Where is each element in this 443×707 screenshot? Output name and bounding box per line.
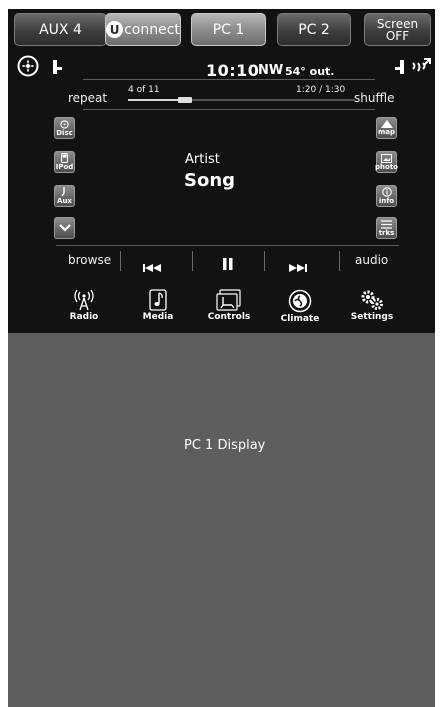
status-divider bbox=[83, 79, 375, 80]
elapsed-time: 1:20 / 1:30 bbox=[296, 85, 346, 95]
track-count: 4 of 11 bbox=[128, 85, 160, 95]
uconnect-button[interactable]: U connect bbox=[105, 13, 181, 46]
nav-settings[interactable]: Settings bbox=[342, 289, 402, 322]
photo-icon bbox=[381, 153, 392, 163]
screen-off-label-line1: Screen bbox=[376, 16, 419, 31]
nav-radio-label: Radio bbox=[69, 312, 99, 322]
repeat-button[interactable]: repeat bbox=[68, 91, 107, 105]
browse-button[interactable]: browse bbox=[68, 253, 111, 267]
shuffle-button[interactable]: shuffle bbox=[354, 91, 394, 105]
song-title: Song bbox=[184, 170, 236, 191]
nav-controls[interactable]: Controls bbox=[199, 289, 259, 322]
aux-plug-icon bbox=[61, 187, 65, 197]
fan-icon[interactable] bbox=[17, 55, 39, 81]
tracks-button[interactable]: trks bbox=[376, 217, 397, 239]
controls-seat-icon bbox=[216, 289, 241, 311]
ipod-label: IPod bbox=[55, 163, 74, 171]
uconnect-label: connect bbox=[124, 21, 180, 38]
screen-off-button[interactable]: Screen OFF bbox=[364, 13, 431, 46]
next-track-icon[interactable] bbox=[289, 257, 309, 276]
map-icon bbox=[380, 120, 393, 128]
aux4-button-label: AUX 4 bbox=[39, 21, 82, 38]
photo-label: photo bbox=[375, 162, 398, 171]
pc2-button-label: PC 2 bbox=[298, 21, 330, 38]
uconnect-u-icon: U bbox=[106, 21, 124, 38]
audio-button[interactable]: audio bbox=[355, 253, 388, 267]
aux-button[interactable]: Aux bbox=[54, 185, 75, 207]
driver-seat-icon[interactable] bbox=[51, 59, 63, 79]
progress-knob[interactable] bbox=[178, 97, 192, 103]
nav-climate-label: Climate bbox=[280, 314, 320, 324]
nav-radio[interactable]: Radio bbox=[54, 289, 114, 322]
clock: 10:10 bbox=[206, 61, 260, 80]
ipod-icon bbox=[61, 153, 68, 163]
previous-track-icon[interactable] bbox=[143, 257, 163, 276]
progress-bar[interactable] bbox=[128, 97, 355, 103]
nav-media-label: Media bbox=[142, 312, 174, 322]
nav-media[interactable]: Media bbox=[128, 289, 188, 322]
control-separator bbox=[120, 251, 121, 271]
pc-display-label: PC 1 Display bbox=[184, 438, 266, 453]
info-button[interactable]: info bbox=[376, 185, 397, 207]
media-note-icon bbox=[149, 289, 167, 311]
pc2-button[interactable]: PC 2 bbox=[277, 13, 351, 46]
tracks-label: trks bbox=[378, 228, 395, 237]
progress-divider bbox=[83, 109, 375, 110]
photo-button[interactable]: photo bbox=[375, 151, 398, 173]
info-label: info bbox=[378, 197, 395, 205]
disc-button[interactable]: Disc bbox=[54, 117, 75, 139]
control-separator bbox=[192, 251, 193, 271]
progress-fill bbox=[128, 99, 178, 101]
nav-settings-label: Settings bbox=[350, 312, 394, 322]
screen-off-label-line2: OFF bbox=[385, 28, 410, 43]
track-list-icon bbox=[381, 219, 392, 229]
chevron-down-icon bbox=[58, 224, 71, 232]
climate-icon bbox=[288, 289, 312, 313]
radio-tower-icon bbox=[74, 289, 94, 311]
control-separator bbox=[339, 251, 340, 271]
artist-name: Artist bbox=[185, 152, 220, 167]
controls-divider bbox=[56, 245, 399, 246]
map-button[interactable]: map bbox=[376, 117, 397, 139]
rear-defrost-icon[interactable] bbox=[410, 55, 432, 81]
control-separator bbox=[264, 251, 265, 271]
more-sources-button[interactable] bbox=[54, 217, 75, 239]
outside-temperature: 54° out. bbox=[285, 65, 335, 78]
uconnect-logo: U connect bbox=[106, 21, 180, 38]
disc-label: Disc bbox=[56, 128, 73, 137]
compass-direction: NW bbox=[258, 63, 284, 78]
nav-climate[interactable]: Climate bbox=[270, 289, 330, 324]
aux-label: Aux bbox=[57, 197, 72, 205]
head-unit-screen: AUX 4 U connect PC 1 PC 2 Screen OFF 10:… bbox=[8, 9, 435, 707]
nav-controls-label: Controls bbox=[207, 312, 251, 322]
ipod-button[interactable]: IPod bbox=[54, 151, 75, 173]
pc-display-area[interactable]: PC 1 Display bbox=[8, 333, 435, 707]
settings-gears-icon bbox=[361, 290, 383, 310]
pc1-button-label: PC 1 bbox=[212, 21, 245, 38]
passenger-seat-icon[interactable] bbox=[394, 59, 406, 79]
disc-icon bbox=[60, 119, 69, 129]
pause-icon[interactable] bbox=[223, 255, 233, 274]
aux4-button[interactable]: AUX 4 bbox=[14, 13, 107, 46]
pc1-button[interactable]: PC 1 bbox=[191, 13, 266, 46]
map-label: map bbox=[377, 128, 396, 136]
info-icon bbox=[381, 187, 392, 197]
